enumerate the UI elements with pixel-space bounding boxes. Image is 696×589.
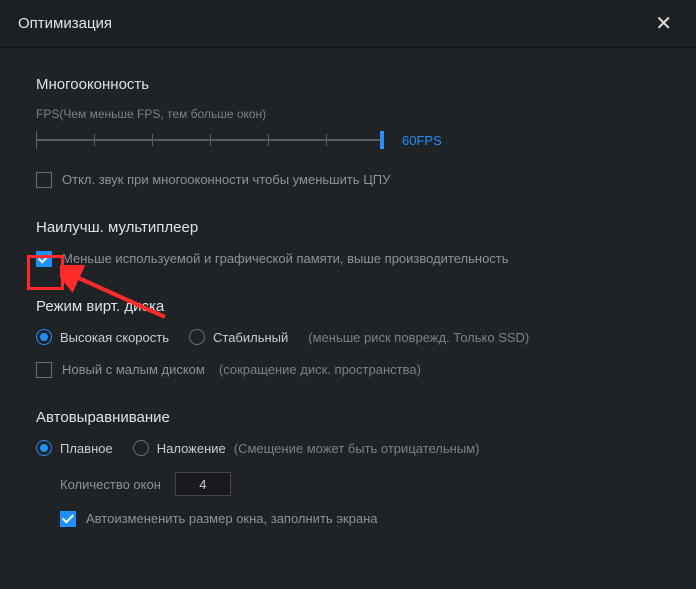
radio-stable-label: Стабильный: [213, 330, 288, 345]
new-small-disk-label: Новый с малым диском: [62, 361, 205, 379]
new-small-disk-note: (сокращение диск. пространства): [219, 361, 421, 379]
radio-smooth-input[interactable]: [36, 440, 52, 456]
mute-checkbox-label: Откл. звук при многооконности чтобы умен…: [62, 171, 390, 189]
fps-slider-handle[interactable]: [380, 131, 384, 149]
radio-high-speed[interactable]: Высокая скорость: [36, 329, 169, 345]
section-autoalign: Автовыравнивание Плавное Наложение (Смеще…: [36, 409, 660, 528]
radio-overlay[interactable]: Наложение (Смещение может быть отрицатель…: [133, 440, 480, 456]
window-count-input[interactable]: [175, 472, 231, 496]
autoresize-checkbox[interactable]: [60, 511, 76, 527]
fps-hint: FPS(Чем меньше FPS, тем больше окон): [36, 107, 660, 121]
overlay-note: (Смещение может быть отрицательным): [234, 441, 480, 456]
radio-high-speed-input[interactable]: [36, 329, 52, 345]
section-vdisk: Режим вирт. диска Высокая скорость Стаби…: [36, 298, 660, 379]
section-title-autoalign: Автовыравнивание: [36, 409, 660, 426]
close-icon[interactable]: ✕: [649, 8, 678, 40]
less-memory-checkbox[interactable]: [36, 251, 52, 267]
mute-checkbox[interactable]: [36, 172, 52, 188]
less-memory-checkbox-label: Меньше используемой и графической памяти…: [62, 250, 509, 268]
radio-overlay-label: Наложение: [157, 441, 226, 456]
new-small-disk-checkbox[interactable]: [36, 362, 52, 378]
section-title-multiwindow: Многооконность: [36, 76, 660, 93]
radio-overlay-input[interactable]: [133, 440, 149, 456]
stable-note: (меньше риск поврежд. Только SSD): [308, 330, 529, 345]
section-title-vdisk: Режим вирт. диска: [36, 298, 660, 315]
radio-stable[interactable]: Стабильный: [189, 329, 288, 345]
radio-high-speed-label: Высокая скорость: [60, 330, 169, 345]
section-title-multiplayer: Наилучш. мультиплеер: [36, 219, 660, 236]
fps-slider[interactable]: [36, 131, 384, 149]
autoresize-checkbox-label: Автоизмененить размер окна, заполнить эк…: [86, 510, 377, 528]
window-count-label: Количество окон: [60, 477, 161, 492]
window-title: Оптимизация: [18, 15, 112, 32]
section-multiwindow: Многооконность FPS(Чем меньше FPS, тем б…: [36, 76, 660, 189]
fps-value-label: 60FPS: [402, 133, 442, 148]
radio-smooth[interactable]: Плавное: [36, 440, 113, 456]
radio-smooth-label: Плавное: [60, 441, 113, 456]
section-multiplayer: Наилучш. мультиплеер Меньше используемой…: [36, 219, 660, 268]
radio-stable-input[interactable]: [189, 329, 205, 345]
